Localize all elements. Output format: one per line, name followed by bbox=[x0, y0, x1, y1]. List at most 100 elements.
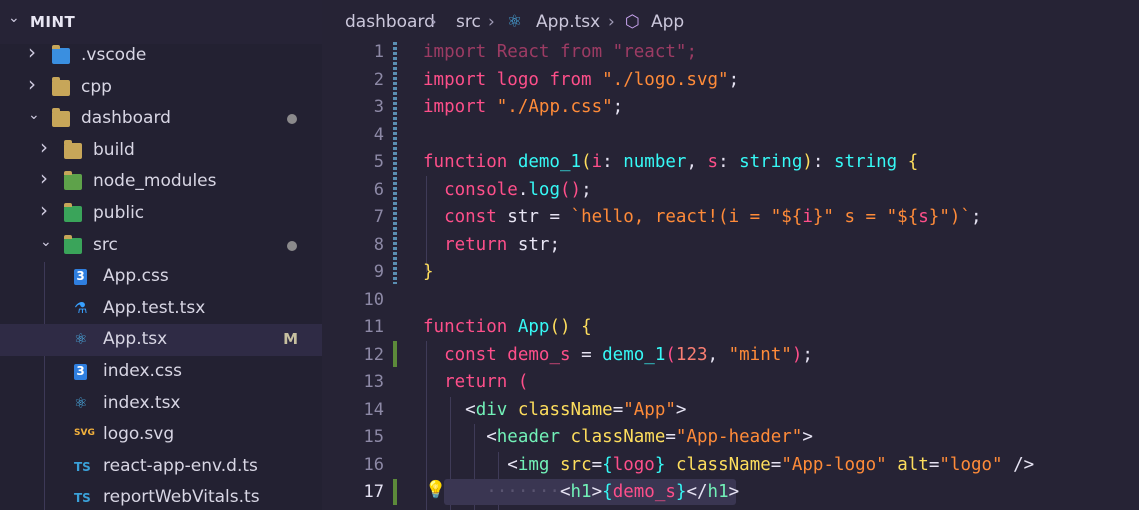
tree-item[interactable]: ⚗ App.test.tsx bbox=[0, 293, 322, 325]
code-token: string bbox=[739, 152, 803, 172]
line-number: 5 bbox=[373, 152, 384, 172]
code-line[interactable]: return str; bbox=[423, 235, 560, 255]
code-token: `hello, react!(i = "${ bbox=[570, 207, 803, 227]
cube-icon: ⬡ bbox=[625, 12, 640, 32]
code-token: = bbox=[770, 454, 782, 475]
code-token: "App" bbox=[623, 399, 676, 420]
code-token: }")` bbox=[928, 207, 971, 227]
tree-item-label: App.tsx bbox=[103, 329, 168, 350]
code-line[interactable]: import React from "react"; bbox=[423, 42, 697, 62]
code-token: ( bbox=[581, 152, 592, 172]
code-token: ······· bbox=[423, 482, 560, 502]
code-line[interactable]: function App() { bbox=[423, 317, 592, 337]
tree-item[interactable]: TS reportWebVitals.ts bbox=[0, 482, 322, 510]
code-token: : bbox=[812, 152, 834, 172]
line-number: 2 bbox=[373, 69, 384, 90]
explorer-root-label: MINT bbox=[30, 13, 76, 31]
breadcrumb-item-src[interactable]: src bbox=[456, 12, 481, 32]
chevron-down-icon: ⌄ bbox=[28, 107, 40, 124]
line-number: 4 bbox=[373, 124, 384, 145]
gutter-added-marker bbox=[393, 479, 397, 505]
code-token: = bbox=[591, 454, 603, 475]
git-status-badge: M bbox=[283, 330, 298, 349]
code-token: string bbox=[833, 152, 908, 172]
code-token: s bbox=[707, 152, 719, 172]
tree-item[interactable]: › .vscode bbox=[0, 40, 322, 72]
code-line[interactable]: const demo_s = demo_1(123, "mint"); bbox=[423, 345, 813, 365]
code-line[interactable]: <img src={logo} className="App-logo" alt… bbox=[423, 455, 1034, 475]
code-token: { bbox=[602, 482, 613, 502]
code-token: src bbox=[560, 454, 592, 475]
code-token: header bbox=[496, 427, 571, 447]
vscode-folder-icon bbox=[52, 45, 70, 64]
code-token: ; bbox=[549, 234, 560, 255]
modified-dot-badge bbox=[287, 240, 297, 251]
tree-item[interactable]: › public bbox=[0, 198, 322, 230]
breadcrumb-item-app-symbol[interactable]: App bbox=[651, 12, 684, 32]
code-token: "logo" bbox=[939, 454, 1014, 475]
folder-open-icon bbox=[52, 108, 70, 128]
tree-item-label: cpp bbox=[81, 76, 112, 97]
code-line[interactable]: import "./App.css"; bbox=[423, 97, 623, 117]
code-line[interactable]: ·······<h1>{demo_s}</h1> bbox=[423, 482, 739, 502]
code-line[interactable]: } bbox=[423, 262, 434, 282]
code-token: img bbox=[517, 454, 560, 475]
code-token: , bbox=[686, 152, 708, 172]
explorer-root-header[interactable]: ⌄ MINT bbox=[0, 0, 322, 44]
code-line[interactable]: console.log(); bbox=[423, 180, 592, 200]
code-token: () bbox=[560, 179, 582, 200]
code-token: "mint" bbox=[728, 344, 792, 365]
tree-item[interactable]: ⌄ src bbox=[0, 230, 322, 262]
tree-item[interactable]: › cpp bbox=[0, 72, 322, 104]
code-token: < bbox=[559, 482, 571, 502]
code-token: "react" bbox=[612, 42, 687, 62]
code-token: log bbox=[528, 179, 560, 200]
code-token: > bbox=[675, 399, 687, 420]
code-token: demo_s bbox=[507, 344, 582, 365]
code-token: console bbox=[444, 179, 518, 200]
tree-item[interactable]: TS react-app-env.d.ts bbox=[0, 451, 322, 483]
breadcrumb-item-app-tsx[interactable]: App.tsx bbox=[536, 12, 600, 32]
code-line[interactable]: function demo_1(i: number, s: string): s… bbox=[423, 152, 918, 172]
code-line[interactable]: import logo from "./logo.svg"; bbox=[423, 70, 739, 90]
code-line[interactable]: const str = `hello, react!(i = "${i}" s … bbox=[423, 207, 981, 227]
code-token: alt bbox=[897, 454, 929, 475]
code-token: logo bbox=[496, 69, 550, 90]
line-number: 11 bbox=[363, 317, 384, 337]
code-token: function bbox=[423, 152, 518, 172]
tree-item[interactable]: ⚛ App.tsx M bbox=[0, 324, 322, 357]
tree-item[interactable]: SVG logo.svg bbox=[0, 419, 322, 451]
code-token: ) bbox=[802, 152, 813, 172]
tree-item[interactable]: 3 App.css bbox=[0, 261, 322, 293]
code-token: "App-header" bbox=[675, 427, 803, 447]
tree-item-label: logo.svg bbox=[103, 424, 175, 445]
breadcrumb-item-dashboard[interactable]: dashboard bbox=[345, 12, 435, 32]
code-line[interactable]: <div className="App"> bbox=[423, 400, 686, 420]
tree-item-label: build bbox=[93, 139, 135, 160]
tree-item[interactable]: 3 index.css bbox=[0, 356, 322, 388]
gutter-modified-marker bbox=[393, 42, 397, 284]
tree-item[interactable]: ⚛ index.tsx bbox=[0, 388, 322, 420]
code-line[interactable]: <header className="App-header"> bbox=[423, 427, 813, 447]
chevron-right-icon: › bbox=[28, 71, 36, 96]
tree-item[interactable]: › build bbox=[0, 135, 322, 167]
code-line[interactable]: return ( bbox=[423, 372, 528, 392]
code-token: return bbox=[444, 234, 518, 255]
modified-dot-badge bbox=[287, 114, 297, 125]
line-number: 17 bbox=[363, 482, 384, 502]
gutter-added-marker bbox=[393, 341, 397, 367]
line-number: 3 bbox=[373, 97, 384, 117]
folder-icon bbox=[52, 76, 70, 96]
tree-item[interactable]: ⌄ dashboard bbox=[0, 103, 322, 135]
code-token: ; bbox=[728, 69, 740, 90]
code-token: number bbox=[623, 152, 687, 172]
code-token: from bbox=[549, 69, 603, 90]
test-icon: ⚗ bbox=[74, 298, 88, 317]
tree-item-label: dashboard bbox=[81, 108, 171, 129]
code-token: { bbox=[602, 454, 613, 475]
tree-item[interactable]: › node_modules bbox=[0, 166, 322, 198]
code-token: = bbox=[581, 344, 603, 365]
code-token: "./logo.svg" bbox=[602, 69, 729, 90]
